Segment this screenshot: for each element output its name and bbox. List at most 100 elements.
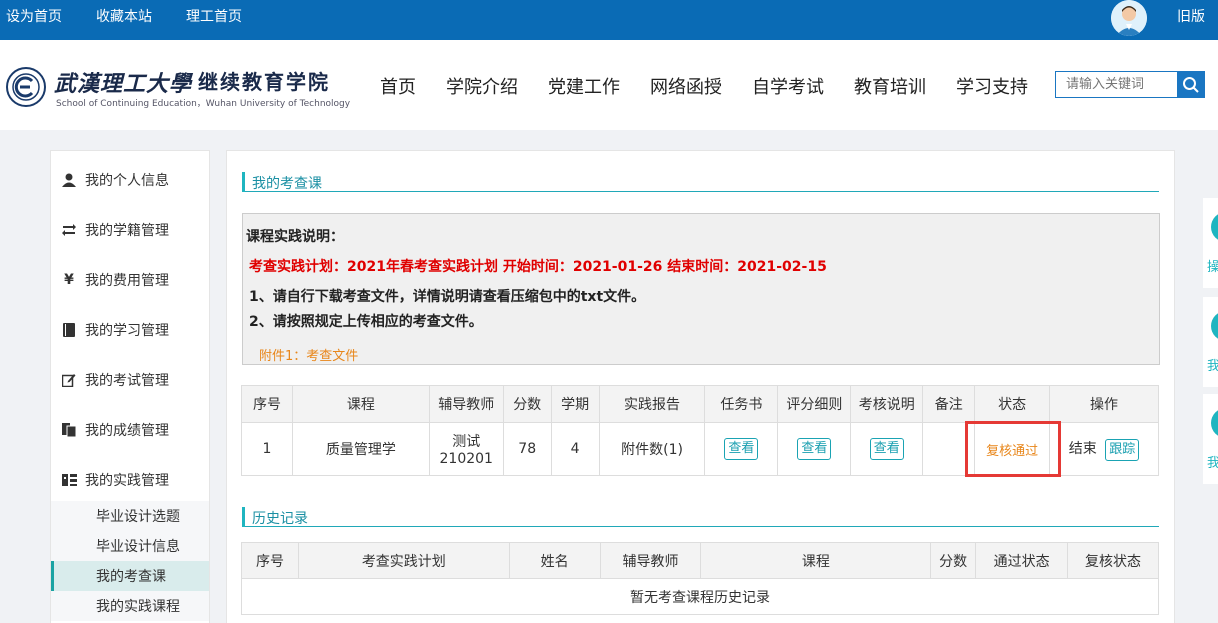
sidebar-item-personal-info[interactable]: 我的个人信息 xyxy=(51,169,209,191)
float-circle-icon xyxy=(1211,408,1218,438)
logo-title-college: 继续教育学院 xyxy=(198,70,330,94)
sidebar-item-enrollment[interactable]: 我的学籍管理 xyxy=(51,219,209,241)
set-homepage-link[interactable]: 设为首页 xyxy=(6,6,62,26)
university-home-link[interactable]: 理工首页 xyxy=(186,6,242,26)
col-report: 实践报告 xyxy=(598,385,706,423)
teacher-id: 210201 xyxy=(439,451,493,467)
section-title-text: 我的考查课 xyxy=(252,176,322,192)
table-header-row: 序号 课程 辅导教师 分数 学期 实践报告 任务书 评分细则 考核说明 备注 状… xyxy=(241,385,1159,423)
old-version-link[interactable]: 旧版 xyxy=(1177,6,1205,26)
nav-home[interactable]: 首页 xyxy=(380,73,416,99)
float-circle-icon xyxy=(1211,212,1218,242)
header: 武漢理工大學 继续教育学院 School of Continuing Educa… xyxy=(0,40,1218,130)
view-assessment-button[interactable]: 查看 xyxy=(869,438,904,460)
nav-online-learning[interactable]: 网络函授 xyxy=(650,73,722,99)
table-row: 1 质量管理学 测试 210201 78 4 附件数(1) 查看 查看 查看 复… xyxy=(241,422,1159,476)
sidebar-item-fees[interactable]: ¥ 我的费用管理 xyxy=(51,269,209,291)
search-box xyxy=(1055,71,1205,98)
col-score: 分数 xyxy=(502,385,552,423)
col-index: 序号 xyxy=(241,542,299,579)
teacher-name: 测试 xyxy=(452,434,481,450)
nav-self-exam[interactable]: 自学考试 xyxy=(752,73,824,99)
col-score: 分数 xyxy=(930,542,977,579)
cell-status: 复核通过 xyxy=(974,422,1051,476)
logo-subtitle-en: School of Continuing Education，Wuhan Uni… xyxy=(56,99,351,109)
float-label: 操 xyxy=(1207,260,1218,275)
avatar[interactable] xyxy=(1111,0,1147,36)
cell-course: 质量管理学 xyxy=(291,422,430,476)
cell-remark xyxy=(922,422,976,476)
book-icon xyxy=(61,322,77,338)
cell-report[interactable]: 附件数(1) xyxy=(598,422,706,476)
sidebar-item-label: 我的学籍管理 xyxy=(85,223,169,239)
sidebar-item-study[interactable]: 我的学习管理 xyxy=(51,319,209,341)
cell-assessment: 查看 xyxy=(850,422,924,476)
nav-party[interactable]: 党建工作 xyxy=(548,73,620,99)
sidebar-item-label: 我的学习管理 xyxy=(85,323,169,339)
col-task: 任务书 xyxy=(704,385,779,423)
col-teacher: 辅导教师 xyxy=(428,385,504,423)
float-label: 我 xyxy=(1207,359,1218,374)
sidebar: 我的个人信息 我的学籍管理 ¥ 我的费用管理 我的学习管理 我的考试管理 我的成… xyxy=(50,150,210,623)
col-assessment: 考核说明 xyxy=(850,385,924,423)
practice-notice: 课程实践说明： 考查实践计划：2021年春考查实践计划 开始时间：2021-01… xyxy=(242,213,1160,365)
swap-icon xyxy=(61,222,77,238)
float-card-1[interactable]: 操 xyxy=(1203,198,1218,288)
col-rubric: 评分细则 xyxy=(777,385,852,423)
col-action: 操作 xyxy=(1049,385,1159,423)
exam-course-table: 序号 课程 辅导教师 分数 学期 实践报告 任务书 评分细则 考核说明 备注 状… xyxy=(241,385,1159,476)
sidebar-item-label: 我的实践管理 xyxy=(85,473,169,489)
table-row: 暂无考查课程历史记录 xyxy=(241,578,1159,615)
main-panel: 我的考查课 课程实践说明： 考查实践计划：2021年春考查实践计划 开始时间：2… xyxy=(226,150,1175,623)
search-input[interactable] xyxy=(1056,72,1176,97)
practice-icon xyxy=(61,472,77,488)
col-status: 状态 xyxy=(974,385,1051,423)
sidebar-item-practice[interactable]: 我的实践管理 xyxy=(51,469,209,491)
attachment-link[interactable]: 附件1：考查文件 xyxy=(259,345,358,364)
sidebar-sub-thesis-topic[interactable]: 毕业设计选题 xyxy=(51,501,209,531)
yen-icon: ¥ xyxy=(64,272,74,288)
float-card-3[interactable]: 我 xyxy=(1203,394,1218,484)
col-pass-status: 通过状态 xyxy=(975,542,1069,579)
sidebar-item-exam[interactable]: 我的考试管理 xyxy=(51,369,209,391)
sidebar-sub-practice-course[interactable]: 我的实践课程 xyxy=(51,591,209,621)
view-task-button[interactable]: 查看 xyxy=(724,438,759,460)
col-teacher: 辅导教师 xyxy=(599,542,702,579)
section-bar xyxy=(242,507,245,527)
col-course: 课程 xyxy=(700,542,932,579)
notice-plan-line: 考查实践计划：2021年春考查实践计划 开始时间：2021-01-26 结束时间… xyxy=(249,259,827,275)
empty-history-message: 暂无考查课程历史记录 xyxy=(241,578,1159,615)
col-name: 姓名 xyxy=(508,542,601,579)
sidebar-item-grades[interactable]: 我的成绩管理 xyxy=(51,419,209,441)
nav-training[interactable]: 教育培训 xyxy=(854,73,926,99)
history-table: 序号 考查实践计划 姓名 辅导教师 课程 分数 通过状态 复核状态 暂无考查课程… xyxy=(241,542,1159,615)
bookmark-link[interactable]: 收藏本站 xyxy=(96,6,152,26)
search-button[interactable] xyxy=(1177,71,1205,98)
section-title-my-exam-course: 我的考查课 xyxy=(242,172,1159,192)
view-rubric-button[interactable]: 查看 xyxy=(797,438,832,460)
float-label: 我 xyxy=(1207,456,1218,471)
cell-rubric: 查看 xyxy=(777,422,852,476)
status-badge: 复核通过 xyxy=(986,443,1039,459)
action-status-text: 结束 xyxy=(1068,440,1097,457)
section-bar xyxy=(242,172,245,192)
notice-heading: 课程实践说明： xyxy=(246,229,344,245)
col-term: 学期 xyxy=(550,385,600,423)
avatar-icon xyxy=(1111,0,1147,36)
sidebar-sub-thesis-info[interactable]: 毕业设计信息 xyxy=(51,531,209,561)
university-logo-icon[interactable] xyxy=(6,67,46,107)
edit-icon xyxy=(61,372,77,388)
top-bar: 设为首页 收藏本站 理工首页 旧版 xyxy=(0,0,1218,40)
sidebar-sub-my-exam-course[interactable]: 我的考查课 xyxy=(51,561,209,591)
cell-term: 4 xyxy=(550,422,600,476)
logo-title-university: 武漢理工大學 xyxy=(54,71,193,97)
sidebar-item-label: 我的考试管理 xyxy=(85,373,169,389)
sidebar-item-label: 我的费用管理 xyxy=(85,273,169,289)
float-card-2[interactable]: 我 xyxy=(1203,297,1218,387)
nav-support[interactable]: 学习支持 xyxy=(956,73,1028,99)
track-button[interactable]: 跟踪 xyxy=(1105,438,1140,461)
nav-about[interactable]: 学院介绍 xyxy=(446,73,518,99)
section-title-text: 历史记录 xyxy=(252,511,308,527)
col-review-status: 复核状态 xyxy=(1067,542,1159,579)
float-circle-icon xyxy=(1211,311,1218,341)
